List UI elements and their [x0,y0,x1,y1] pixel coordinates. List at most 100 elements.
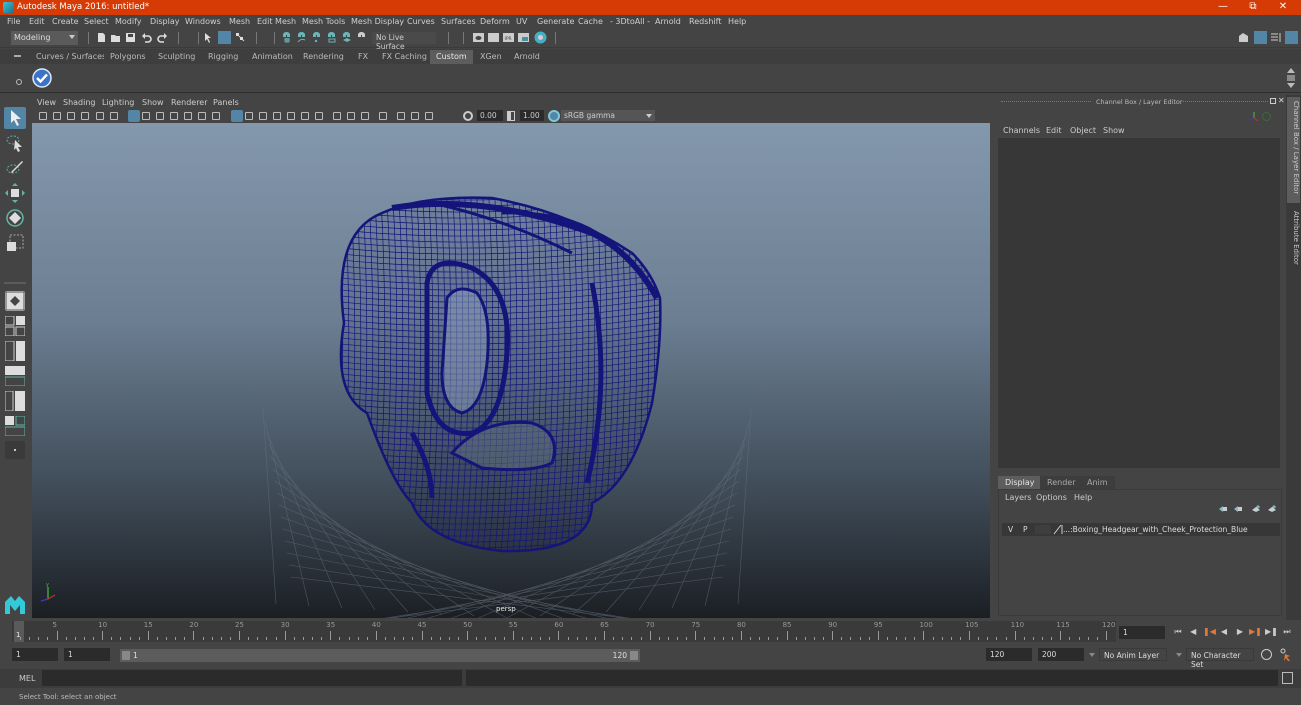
field-chart-icon[interactable] [184,112,192,120]
current-frame-field[interactable]: 1 [1119,626,1165,639]
auto-key-icon[interactable] [1261,649,1272,660]
step-forward-key-button[interactable]: ▶❚ [1249,626,1262,637]
persp-graph-layout[interactable] [4,415,26,437]
shelf-tab-sculpting[interactable]: Sculpting [152,50,202,64]
two-view-side-layout[interactable] [4,340,25,362]
menu-cache[interactable]: Cache [578,17,603,26]
playback-end-field[interactable]: 120 [986,648,1032,661]
safe-title-icon[interactable] [212,112,220,120]
select-components-icon[interactable] [235,32,246,43]
side-tab-channel-box[interactable]: Channel Box / Layer Editor [1287,97,1300,203]
shelf-tab-rigging[interactable]: Rigging [202,50,245,64]
menu-windows[interactable]: Windows [185,17,221,26]
select-camera-icon[interactable] [39,112,47,120]
menu-edit[interactable]: Edit [29,17,45,26]
create-layer-from-selected-icon[interactable] [1267,504,1277,513]
shelf-menu-icon[interactable] [14,55,21,57]
exposure-field[interactable]: 0.00 [477,110,503,121]
perspective-viewport[interactable]: y persp [32,123,990,618]
exposure-icon[interactable] [463,111,473,121]
attribute-editor-toggle-icon[interactable] [1254,31,1267,44]
chevron-down-icon[interactable] [1089,653,1095,657]
persp-outliner-layout[interactable] [4,390,25,412]
time-slider[interactable]: 1 5 10 15 20 25 30 35 40 45 50 55 60 65 70 75 80 85 90 95 1… [12,621,1116,642]
play-forwards-button[interactable]: ▶ [1234,626,1246,637]
viewport-menu-lighting[interactable]: Lighting [102,98,134,107]
viewport-menu-renderer[interactable]: Renderer [171,98,208,107]
use-all-lights-icon[interactable] [287,112,295,120]
current-frame-marker[interactable]: 1 [14,621,24,642]
single-perspective-view-layout[interactable] [5,291,25,311]
shadows-icon[interactable] [301,112,309,120]
viewport-menu-panels[interactable]: Panels [213,98,239,107]
layer-visibility-toggle[interactable]: V [1008,525,1013,534]
menu-mesh-tools[interactable]: Mesh Tools [302,17,345,26]
menu-deform[interactable]: Deform [480,17,510,26]
menu-mesh-display[interactable]: Mesh Display [351,17,404,26]
command-input[interactable] [42,670,462,686]
layer-menu-layers[interactable]: Layers [1005,493,1031,502]
image-plane-icon[interactable] [81,112,89,120]
film-gate-icon[interactable] [142,112,150,120]
animation-start-field[interactable]: 1 [12,648,58,661]
range-start-handle[interactable] [122,651,130,660]
bookmark-icon[interactable] [67,112,75,120]
animation-preferences-icon[interactable] [1279,648,1293,662]
menu-file[interactable]: File [7,17,20,26]
create-empty-layer-icon[interactable] [1251,504,1261,513]
xray-icon[interactable] [397,112,405,120]
snap-to-surface-icon[interactable] [341,32,352,43]
menu-select[interactable]: Select [84,17,109,26]
step-back-key-button[interactable]: ❚◀ [1203,626,1216,637]
minimize-button[interactable]: — [1208,0,1238,15]
four-view-layout[interactable] [4,315,26,337]
restore-button[interactable]: ⧉ [1238,0,1268,15]
go-to-start-button[interactable]: ⏮ [1172,626,1184,637]
range-slider[interactable]: 1 120 [120,649,640,662]
layer-tab-display[interactable]: Display [998,476,1042,489]
select-objects-icon[interactable] [218,31,231,44]
resolution-gate-icon[interactable] [156,112,164,120]
menu-display[interactable]: Display [150,17,180,26]
menu-help[interactable]: Help [728,17,746,26]
snap-to-grid-icon[interactable] [281,32,292,43]
tool-settings-icon[interactable] [1270,32,1281,43]
isolate-select-icon[interactable] [379,112,387,120]
channel-list-area[interactable] [998,138,1280,468]
step-forward-frame-button[interactable]: ▶❚ [1265,626,1278,637]
menu-mesh[interactable]: Mesh [229,17,250,26]
viewport-menu-shading[interactable]: Shading [63,98,96,107]
anti-aliasing-icon[interactable] [347,112,355,120]
more-layouts-button[interactable] [5,441,25,459]
channel-box-toggle-icon[interactable] [1285,31,1298,44]
select-hierarchy-icon[interactable] [203,32,214,43]
menu-surfaces[interactable]: Surfaces [441,17,476,26]
snap-to-curve-icon[interactable] [296,32,307,43]
shelf-tab-polygons[interactable]: Polygons [104,50,152,64]
move-tool[interactable] [4,182,26,204]
view-transform-dropdown[interactable]: sRGB gamma [561,110,655,121]
shelf-tab-arnold[interactable]: Arnold [508,50,546,64]
lasso-tool[interactable] [4,132,26,154]
gamma-icon[interactable] [507,111,515,121]
xray-joints-icon[interactable] [411,112,419,120]
layer-color-swatch-icon[interactable] [1053,524,1063,535]
viewport-menu-show[interactable]: Show [142,98,164,107]
shelf-tab-rendering[interactable]: Rendering [297,50,350,64]
script-editor-icon[interactable] [1282,672,1293,684]
gamma-field[interactable]: 1.00 [520,110,544,121]
menu-arnold[interactable]: Arnold [655,17,681,26]
menu-set-dropdown[interactable]: Modeling [11,31,78,45]
render-current-frame-icon[interactable] [488,32,499,43]
playback-start-field[interactable]: 1 [64,648,110,661]
layer-name[interactable]: ...:Boxing_Headgear_with_Cheek_Protectio… [1063,525,1248,534]
chevron-down-icon[interactable] [1176,653,1182,657]
new-scene-icon[interactable] [96,32,107,43]
menu-uv[interactable]: UV [516,17,527,26]
shelf-tab-fx[interactable]: FX [352,50,375,64]
shelf-tab-xgen[interactable]: XGen [474,50,508,64]
play-backwards-button[interactable]: ◀ [1218,626,1230,637]
manipulator-axis-icon[interactable] [1248,111,1260,123]
depth-of-field-icon[interactable] [361,112,369,120]
textured-icon[interactable] [273,112,281,120]
